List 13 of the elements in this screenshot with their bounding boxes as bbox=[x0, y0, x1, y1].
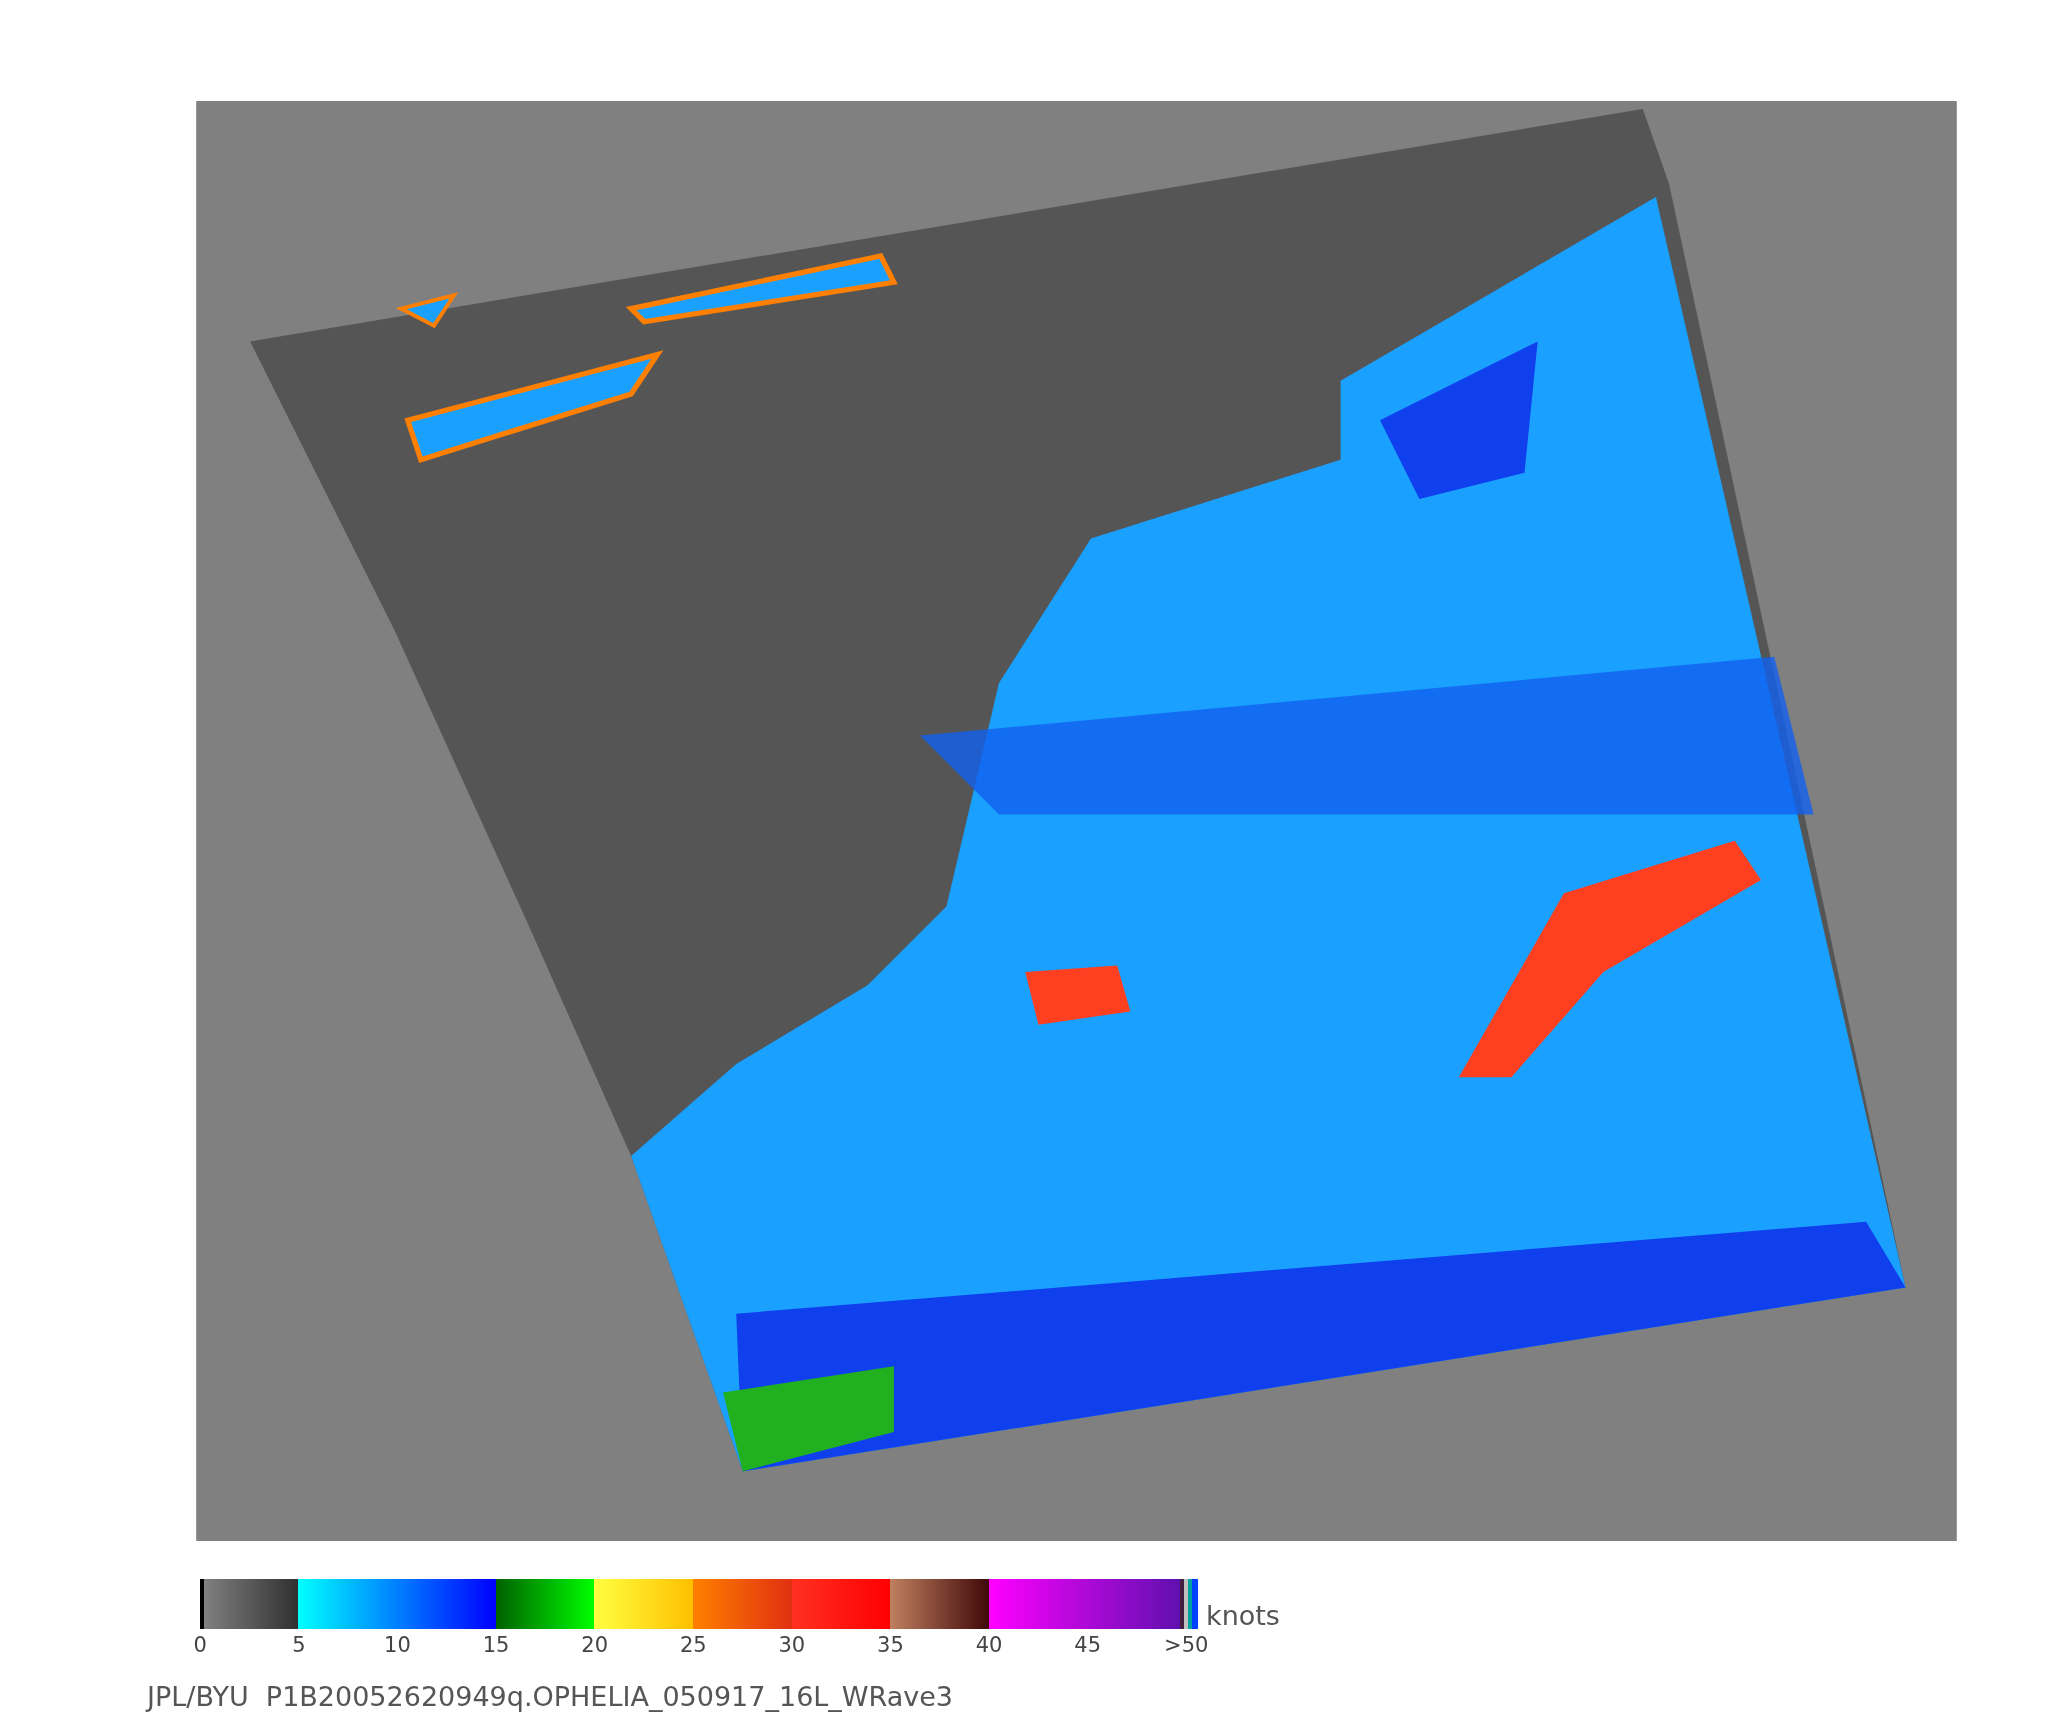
scale-tick-label: 30 bbox=[777, 1633, 807, 1657]
unit-label: knots bbox=[1206, 1602, 1280, 1629]
scale-tick-label: 15 bbox=[481, 1633, 511, 1657]
scale-tick-label: 45 bbox=[1073, 1633, 1102, 1657]
scale-tick-label: 5 bbox=[291, 1633, 307, 1657]
scale-tick-label: 20 bbox=[580, 1633, 610, 1657]
scale-tick-label: 25 bbox=[678, 1633, 708, 1657]
scale-tick-label: 35 bbox=[876, 1633, 905, 1657]
scale-tick-label: 0 bbox=[192, 1633, 208, 1657]
image-caption: JPL/BYU P1B20052620949q.OPHELIA_050917_16L_WRave3 bbox=[147, 1681, 955, 1712]
scale-tick-label: >50 bbox=[1163, 1633, 1210, 1657]
scale-tick-label: 40 bbox=[974, 1633, 1004, 1657]
scale-tick-label: 10 bbox=[383, 1633, 412, 1657]
